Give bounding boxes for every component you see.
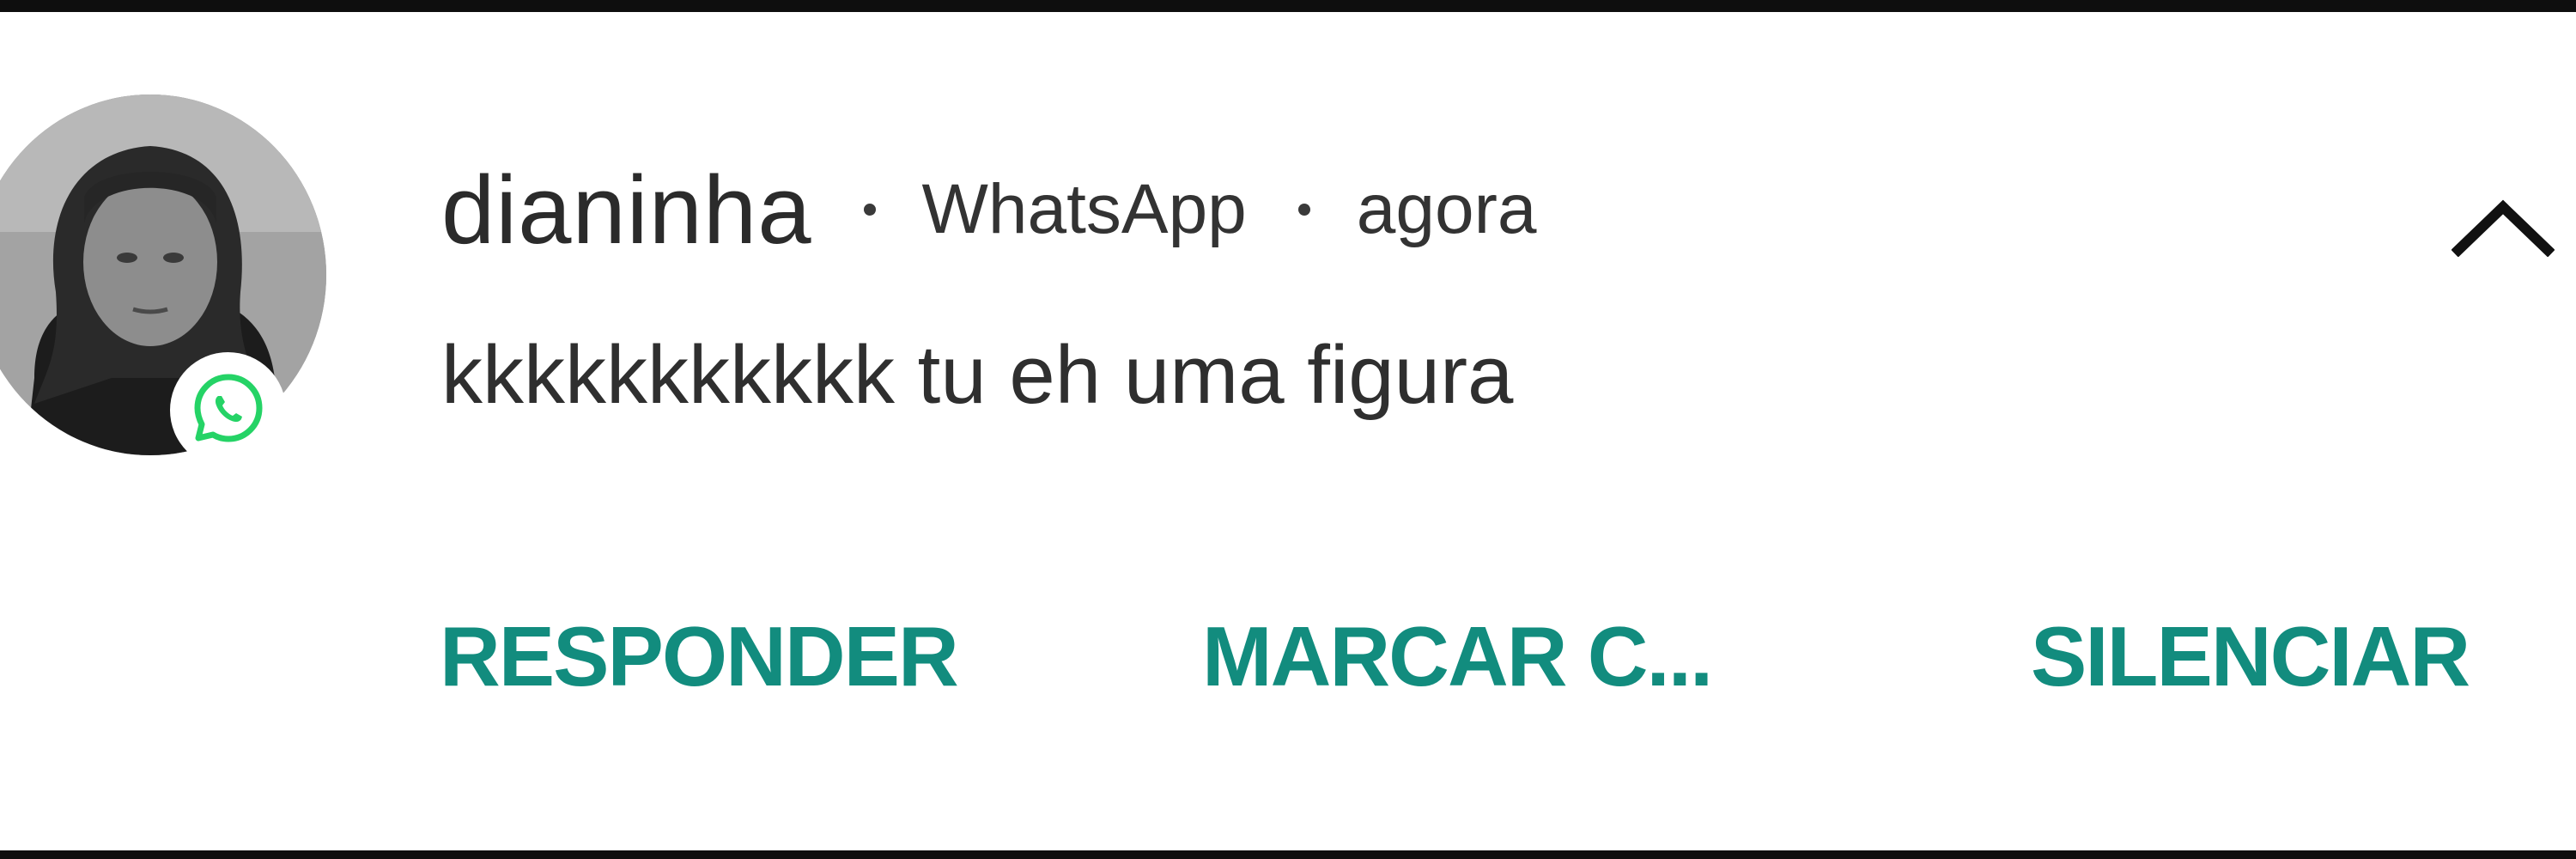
header-separator-dot (863, 204, 876, 216)
reply-button[interactable]: RESPONDER (440, 596, 959, 716)
collapse-button[interactable] (2447, 194, 2559, 263)
chevron-up-icon (2451, 197, 2555, 261)
whatsapp-icon (187, 367, 270, 454)
screen-bottom-edge (0, 850, 2576, 859)
mark-as-read-button[interactable]: MARCAR C... (1202, 596, 1713, 716)
header-separator-dot (1297, 204, 1310, 216)
mute-button[interactable]: SILENCIAR (2031, 596, 2470, 716)
sender-name: dianinha (441, 155, 812, 264)
screen: dianinha WhatsApp agora kkkkkkkkkkk tu e… (0, 0, 2576, 859)
avatar-container (0, 94, 326, 468)
message-text: kkkkkkkkkkk tu eh uma figura (441, 329, 1514, 421)
notification-header: dianinha WhatsApp agora (441, 156, 1537, 264)
timestamp: agora (1356, 170, 1537, 248)
status-bar-edge (0, 0, 2576, 12)
whatsapp-notification[interactable]: dianinha WhatsApp agora kkkkkkkkkkk tu e… (0, 12, 2576, 850)
notification-actions: RESPONDER MARCAR C... SILENCIAR (0, 596, 2576, 716)
app-name: WhatsApp (921, 170, 1247, 248)
app-badge (170, 352, 286, 468)
